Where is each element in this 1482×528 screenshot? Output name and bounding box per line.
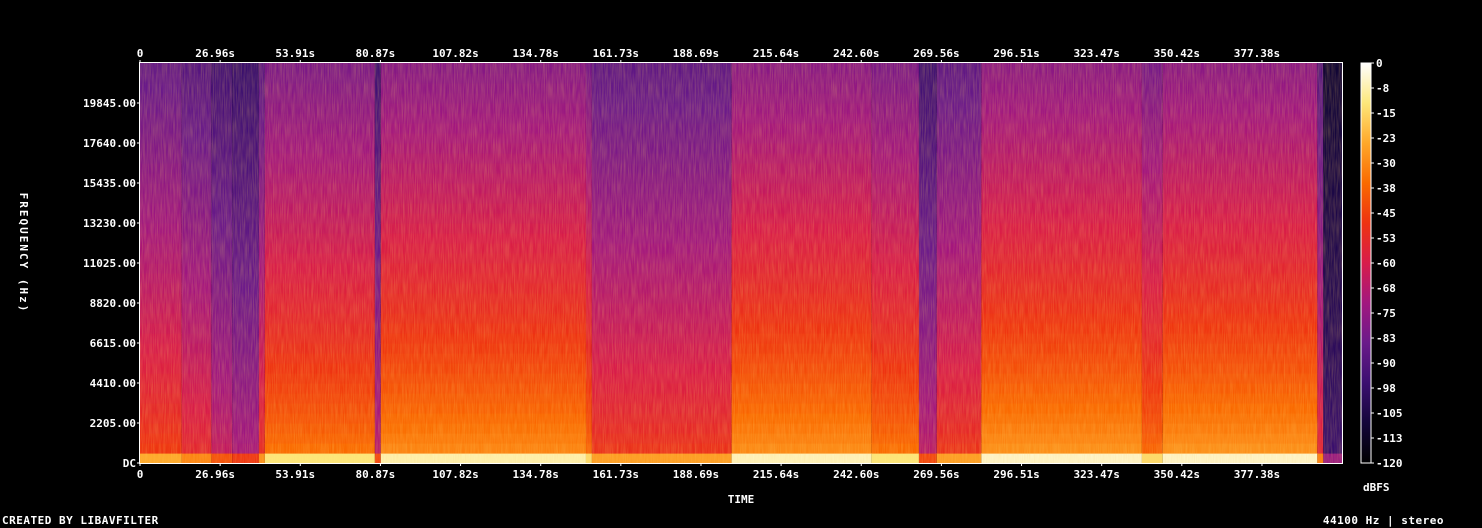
x-tick-top-label: 242.60s: [833, 47, 879, 60]
y-tick-label: 19845.00: [83, 97, 136, 110]
x-tick-bottom-label: 296.51s: [993, 468, 1039, 481]
colorbar-tick-label: -38: [1376, 182, 1396, 195]
y-tick-label: 6615.00: [90, 337, 136, 350]
spectrogram-chart: 0 26.96s 53.91s 80.87s 107.82s 134.78s 161.73s…: [17, 47, 1403, 506]
colorbar: [1360, 62, 1372, 464]
grain-overlay: [140, 63, 1342, 463]
y-axis-label: FREQUENCY (Hz): [17, 193, 30, 314]
colorbar-tick-label: -83: [1376, 332, 1396, 345]
colorbar-tick-label: -8: [1376, 82, 1389, 95]
noise-texture: [140, 63, 1342, 463]
x-tick-bottom-label: 242.60s: [833, 468, 879, 481]
x-axis-label: TIME: [728, 493, 755, 506]
x-tick-bottom-label: 161.73s: [593, 468, 639, 481]
y-tick-label: 2205.00: [90, 417, 136, 430]
y-tick-label: DC: [123, 457, 136, 470]
x-tick-top-label: 215.64s: [753, 47, 799, 60]
y-tick-label: 17640.00: [83, 137, 136, 150]
x-tick-bottom-label: 26.96s: [195, 468, 235, 481]
y-tick-label: 11025.00: [83, 257, 136, 270]
x-tick-top-label: 323.47s: [1074, 47, 1120, 60]
colorbar-tick-label: -105: [1376, 407, 1403, 420]
y-tick-label: 15435.00: [83, 177, 136, 190]
x-tick-top-label: 188.69s: [673, 47, 719, 60]
colorbar-tick-label: -75: [1376, 307, 1396, 320]
y-tick-label: 13230.00: [83, 217, 136, 230]
x-tick-top-label: 0: [137, 47, 144, 60]
colorbar-tick-label: -98: [1376, 382, 1396, 395]
x-tick-bottom-label: 377.38s: [1234, 468, 1280, 481]
y-axis-left: DC 2205.00 4410.00 6615.00 8820.00 11025.00 13…: [83, 97, 140, 470]
y-tick-label: 4410.00: [90, 377, 136, 390]
x-tick-bottom-label: 0: [137, 468, 144, 481]
x-tick-bottom-label: 134.78s: [513, 468, 559, 481]
x-tick-top-label: 269.56s: [913, 47, 959, 60]
x-tick-top-label: 134.78s: [513, 47, 559, 60]
created-by-text: CREATED BY LIBAVFILTER: [2, 514, 159, 527]
colorbar-tick-label: -45: [1376, 207, 1396, 220]
x-tick-bottom-label: 350.42s: [1154, 468, 1200, 481]
x-tick-top-label: 161.73s: [593, 47, 639, 60]
x-tick-bottom-label: 323.47s: [1074, 468, 1120, 481]
colorbar-tick-label: -15: [1376, 107, 1396, 120]
x-tick-top-label: 350.42s: [1154, 47, 1200, 60]
x-tick-top-label: 53.91s: [275, 47, 315, 60]
x-tick-top-label: 80.87s: [356, 47, 396, 60]
x-tick-top-label: 26.96s: [195, 47, 235, 60]
x-tick-top-label: 107.82s: [432, 47, 478, 60]
x-tick-bottom-label: 269.56s: [913, 468, 959, 481]
x-axis-bottom: 0 26.96s 53.91s 80.87s 107.82s 134.78s 161.73s…: [137, 463, 1280, 481]
colorbar-tick-label: -60: [1376, 257, 1396, 270]
x-tick-bottom-label: 107.82s: [432, 468, 478, 481]
x-tick-bottom-label: 215.64s: [753, 468, 799, 481]
x-tick-bottom-label: 80.87s: [356, 468, 396, 481]
colorbar-tick-label: -113: [1376, 432, 1403, 445]
colorbar-tick-label: -120: [1376, 457, 1403, 470]
colorbar-tick-label: -23: [1376, 132, 1396, 145]
colorbar-tick-label: -30: [1376, 157, 1396, 170]
y-tick-label: 8820.00: [90, 297, 136, 310]
colorbar-tick-label: -53: [1376, 232, 1396, 245]
x-tick-top-label: 377.38s: [1234, 47, 1280, 60]
colorbar-label: dBFS: [1363, 481, 1390, 494]
x-tick-top-label: 296.51s: [993, 47, 1039, 60]
colorbar-tick-label: 0: [1376, 57, 1383, 70]
colorbar-tick-label: -90: [1376, 357, 1396, 370]
x-axis-top: 0 26.96s 53.91s 80.87s 107.82s 134.78s 161.73s…: [137, 47, 1280, 63]
x-tick-bottom-label: 53.91s: [275, 468, 315, 481]
colorbar-tick-label: -68: [1376, 282, 1396, 295]
x-tick-bottom-label: 188.69s: [673, 468, 719, 481]
audio-info-text: 44100 Hz | stereo: [1322, 514, 1444, 527]
colorbar-ticks: 0 -8 -15 -23 -30 -38 -45 -53 -60 -68 -75 -83 -90 -98 -…: [1371, 57, 1403, 470]
